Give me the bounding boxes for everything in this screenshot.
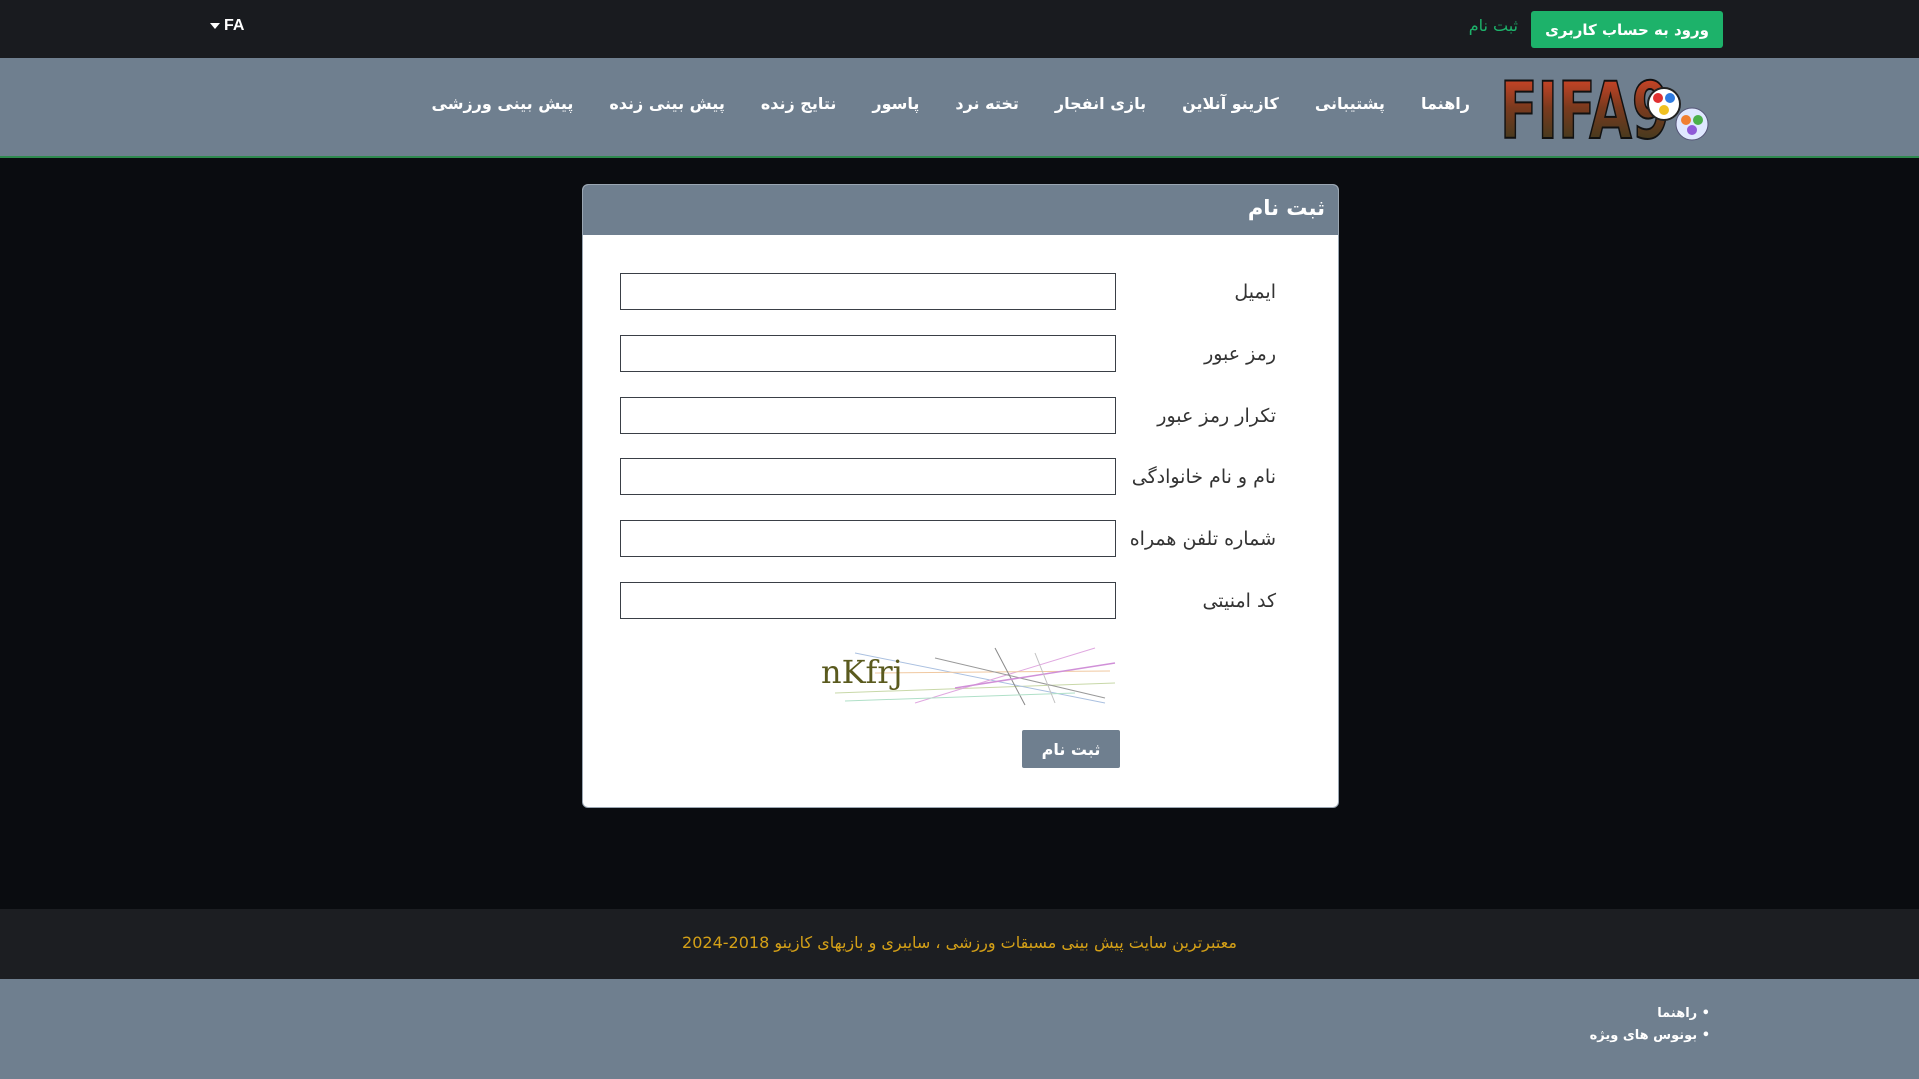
submit-register-button[interactable]: ثبت نام — [1022, 730, 1120, 768]
form-row-email: ایمیل — [583, 273, 1338, 315]
chevron-down-icon — [210, 23, 220, 29]
fifa9-logo[interactable]: FIFA9 — [1496, 68, 1716, 148]
captcha-text: nKfrj — [821, 653, 903, 691]
password-confirm-label: تکرار رمز عبور — [1157, 405, 1276, 427]
footer-copyright-bar: معتبرترین سایت پیش بینی مسبقات ورزشی ، س… — [0, 909, 1919, 979]
panel-title: ثبت نام — [1247, 196, 1325, 220]
mobile-label: شماره تلفن همراه — [1129, 528, 1276, 550]
security-code-label: کد امنیتی — [1202, 590, 1276, 612]
full-name-field[interactable] — [620, 458, 1116, 495]
login-button[interactable]: ورود به حساب کاربری — [1531, 11, 1723, 48]
footer-link-guide[interactable]: • راهنما — [1590, 1003, 1710, 1025]
footer-links-bar: • راهنما • بونوس های ویژه — [0, 979, 1919, 1079]
nav-item-pasur[interactable]: پاسور — [872, 94, 919, 113]
copyright-text: معتبرترین سایت پیش بینی مسبقات ورزشی ، س… — [682, 933, 1237, 952]
password-label: رمز عبور — [1204, 343, 1276, 365]
nav-item-support[interactable]: پشتیبانی — [1315, 94, 1385, 113]
email-label: ایمیل — [1234, 281, 1276, 303]
nav-item-live-results[interactable]: نتایج زنده — [761, 94, 837, 113]
password-confirm-field[interactable] — [620, 397, 1116, 434]
form-row-security-code: کد امنیتی — [583, 582, 1338, 624]
footer-link-special-bonuses[interactable]: • بونوس های ویژه — [1590, 1025, 1710, 1047]
svg-text:FIFA9: FIFA9 — [1500, 68, 1670, 148]
form-row-full-name: نام و نام خانوادگی — [583, 458, 1338, 500]
top-bar: FA ثبت نام ورود به حساب کاربری — [0, 0, 1919, 58]
form-row-password: رمز عبور — [583, 335, 1338, 377]
security-code-field[interactable] — [620, 582, 1116, 619]
nav-item-backgammon[interactable]: تخته نرد — [955, 94, 1019, 113]
main-navbar: FIFA9 پیش بینی ورزشی پیش بینی زنده نتایج… — [0, 58, 1919, 158]
language-selector[interactable]: FA — [210, 17, 244, 35]
nav-item-sports-betting[interactable]: پیش بینی ورزشی — [432, 94, 574, 113]
registration-panel: ثبت نام ایمیل رمز عبور تکرار رمز عبور نا… — [582, 184, 1339, 808]
captcha-image: nKfrj — [815, 643, 1117, 709]
footer-links: • راهنما • بونوس های ویژه — [1590, 1003, 1710, 1047]
register-link[interactable]: ثبت نام — [1440, 16, 1518, 35]
nav-item-crash-game[interactable]: بازی انفجار — [1055, 94, 1146, 113]
full-name-label: نام و نام خانوادگی — [1131, 466, 1276, 488]
form-row-password-confirm: تکرار رمز عبور — [583, 397, 1338, 439]
mobile-field[interactable] — [620, 520, 1116, 557]
form-row-mobile: شماره تلفن همراه — [583, 520, 1338, 562]
nav-item-guide[interactable]: راهنما — [1421, 94, 1470, 113]
nav-item-online-casino[interactable]: کازینو آنلاین — [1182, 94, 1279, 113]
language-label: FA — [224, 17, 245, 34]
nav-item-live-betting[interactable]: پیش بینی زنده — [609, 94, 724, 113]
password-field[interactable] — [620, 335, 1116, 372]
panel-header: ثبت نام — [583, 185, 1338, 235]
nav-menu: پیش بینی ورزشی پیش بینی زنده نتایج زنده … — [432, 94, 1470, 113]
email-field[interactable] — [620, 273, 1116, 310]
